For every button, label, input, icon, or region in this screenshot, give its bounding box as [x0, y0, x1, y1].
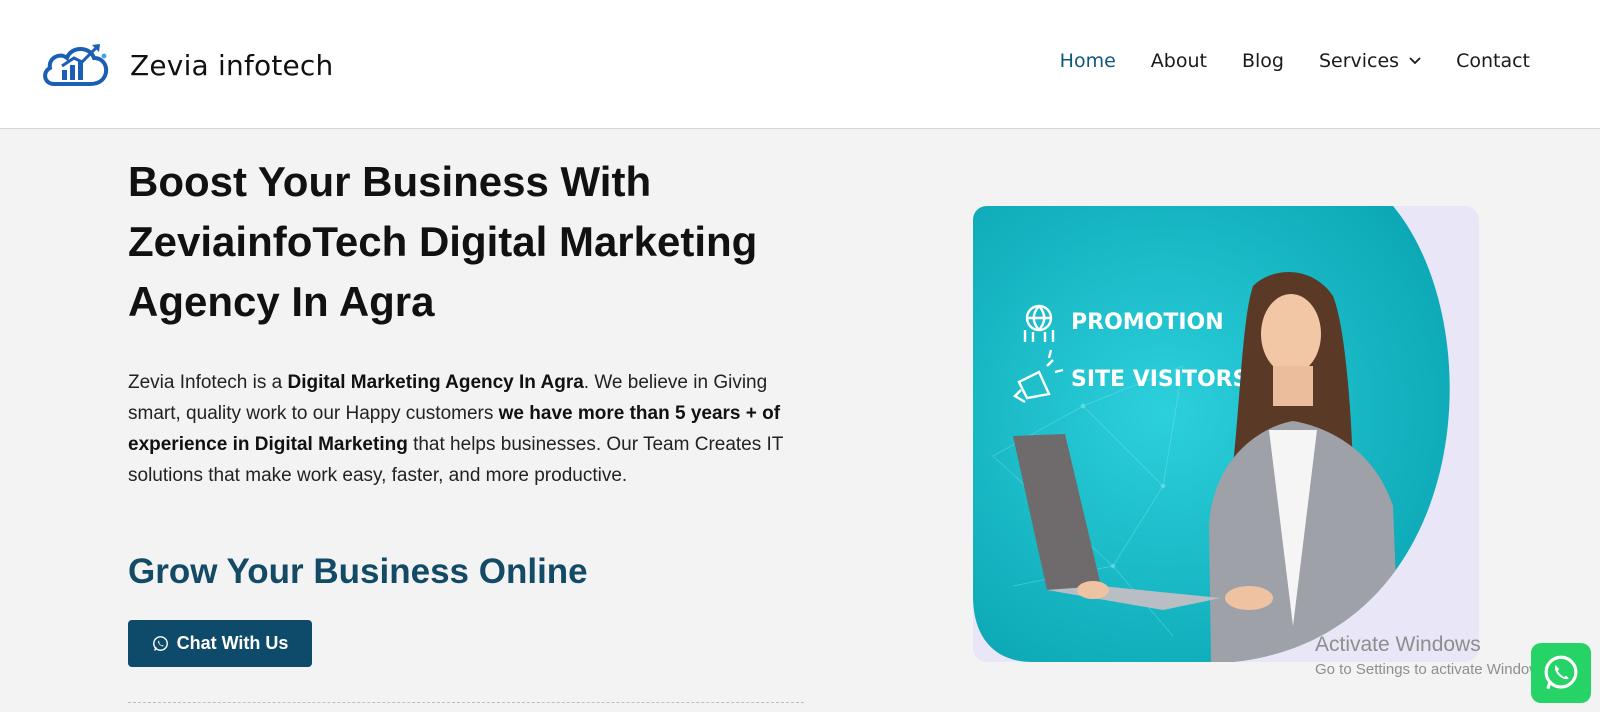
chevron-down-icon	[1409, 57, 1421, 65]
hero-subtitle: Grow Your Business Online	[128, 552, 588, 591]
promotion-label: PROMOTION	[1071, 310, 1224, 335]
chat-with-us-button[interactable]: Chat With Us	[128, 620, 312, 667]
hero-text-bold-1: Digital Marketing Agency In Agra	[287, 372, 584, 393]
watermark-line-1: Activate Windows	[1315, 633, 1481, 656]
hero-title: Boost Your Business With ZeviainfoTech D…	[128, 158, 758, 325]
whatsapp-icon	[1544, 655, 1578, 690]
nav-contact[interactable]: Contact	[1456, 50, 1530, 72]
nav-services[interactable]: Services	[1319, 50, 1421, 72]
site-header: Zevia infotech Home About Blog Services …	[0, 0, 1600, 129]
hero-text-part-1: Zevia Infotech is a	[128, 372, 288, 393]
site-visitors-label: SITE VISITORS	[1071, 367, 1248, 392]
brand-name: Zevia infotech	[130, 48, 334, 82]
hero-banner-image: PROMOTION SITE VISITORS	[973, 206, 1479, 662]
logo-cloud-icon	[43, 44, 109, 86]
nav-home[interactable]: Home	[1060, 50, 1116, 72]
hero-description: Zevia Infotech is a Digital Marketing Ag…	[128, 367, 808, 491]
nav-about[interactable]: About	[1151, 50, 1207, 72]
chat-button-label: Chat With Us	[176, 633, 289, 653]
brand-logo[interactable]: Zevia infotech	[40, 40, 333, 90]
whatsapp-float-button[interactable]	[1531, 643, 1591, 703]
whatsapp-icon	[152, 636, 168, 651]
nav-blog[interactable]: Blog	[1242, 50, 1284, 72]
watermark-line-2: Go to Settings to activate Windows.	[1315, 661, 1552, 678]
dotted-divider	[128, 702, 804, 703]
windows-activation-watermark: Activate Windows Go to Settings to activ…	[1315, 633, 1552, 678]
nav-services-label: Services	[1318, 50, 1400, 72]
main-nav: Home About Blog Services Contact	[1025, 50, 1530, 72]
